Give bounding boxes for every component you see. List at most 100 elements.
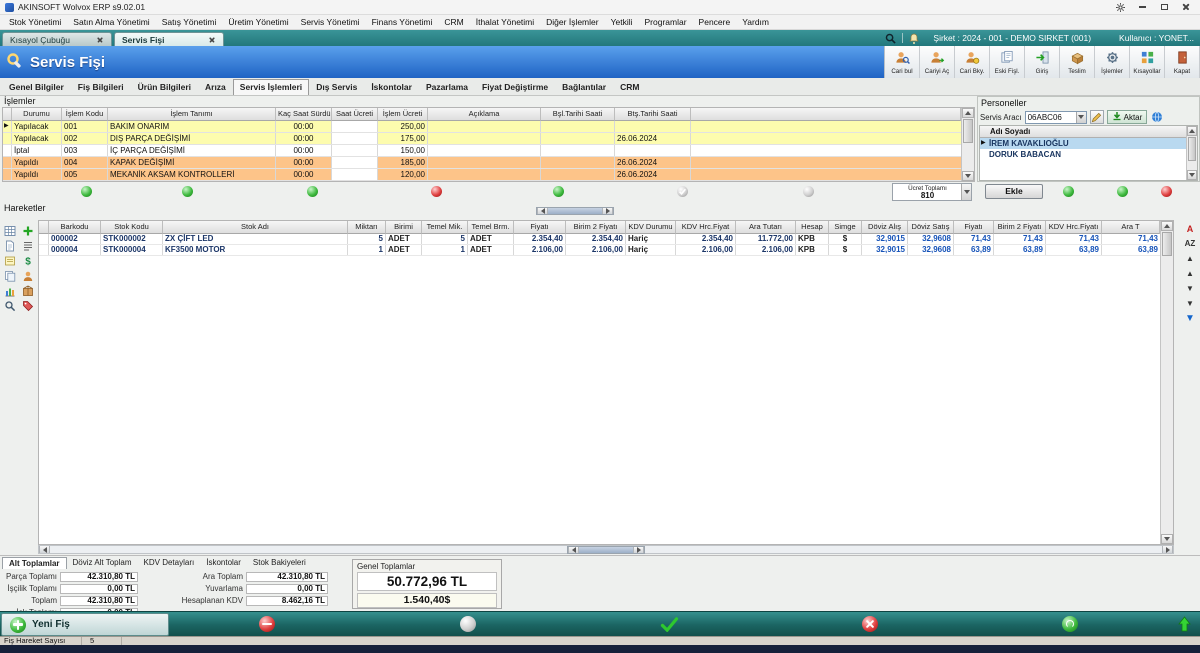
menu-item[interactable]: Üretim Yönetimi [222, 17, 294, 27]
menu-item[interactable]: İthalat Yönetimi [470, 17, 540, 27]
pan-left-icon[interactable] [568, 547, 579, 553]
yeni-fis-button[interactable]: Yeni Fiş [1, 613, 169, 636]
price-dollar-icon[interactable]: $ [21, 254, 35, 267]
dropdown-arrow-icon[interactable] [1076, 112, 1086, 123]
menu-item[interactable]: Diğer İşlemler [540, 17, 604, 27]
column-header[interactable]: Btş.Tarihi Saati [615, 108, 691, 121]
cariyi-ac-button[interactable]: Cariyi Aç [920, 46, 955, 78]
tag-icon[interactable] [21, 299, 35, 312]
column-header[interactable]: Açıklama [428, 108, 541, 121]
section-tab[interactable]: Dış Servis [309, 79, 364, 95]
scroll-down-icon[interactable] [962, 171, 974, 181]
column-header[interactable]: Saat Ücreti [332, 108, 378, 121]
pan-right-icon[interactable] [633, 547, 644, 553]
section-tab[interactable]: Pazarlama [419, 79, 475, 95]
cari-bul-button[interactable]: Cari bul [885, 46, 920, 78]
totals-tab[interactable]: Döviz Alt Toplam [67, 557, 138, 569]
menu-item[interactable]: Programlar [639, 17, 693, 27]
status-dot-icon[interactable] [553, 186, 564, 197]
delete-minus-icon[interactable] [259, 616, 275, 632]
up-arrow-icon[interactable] [1178, 616, 1191, 632]
sort-tool-icon[interactable]: A [1187, 224, 1194, 234]
giris-button[interactable]: Giriş [1025, 46, 1060, 78]
column-header[interactable]: İşlem Tanımı [108, 108, 276, 121]
column-header[interactable]: İşlem Ücreti [378, 108, 428, 121]
scroll-up-icon[interactable] [1161, 221, 1173, 231]
scroll-thumb[interactable] [963, 119, 973, 143]
hareket-row[interactable]: 000002 STK000002 ZX ÇİFT LED 5 ADET 5 AD… [39, 234, 1160, 245]
section-tab[interactable]: Bağlantılar [555, 79, 613, 95]
tab-close-icon[interactable] [208, 36, 216, 44]
section-tab[interactable]: Arıza [198, 79, 233, 95]
cancel-x-icon[interactable] [862, 616, 878, 632]
column-header[interactable]: Simge [829, 221, 862, 234]
column-header[interactable]: Birimi [386, 221, 422, 234]
column-header[interactable]: Stok Kodu [101, 221, 163, 234]
column-header[interactable]: Döviz Alış [862, 221, 908, 234]
list-icon[interactable] [21, 239, 35, 252]
document-tab[interactable]: Servis Fişi [114, 32, 224, 46]
globe-icon[interactable] [1150, 110, 1164, 124]
search-icon[interactable] [3, 299, 17, 312]
hscroll-thumb-control[interactable] [567, 546, 645, 554]
status-dot-icon[interactable] [677, 186, 688, 197]
column-header[interactable]: Birim 2 Fiyatı [566, 221, 626, 234]
column-header[interactable]: Barkodu [49, 221, 101, 234]
column-header[interactable]: Ara T [1102, 221, 1160, 234]
package-icon[interactable] [21, 284, 35, 297]
sort-tool-icon[interactable]: ▲ [1186, 254, 1194, 264]
hareketler-hscrollbar[interactable] [38, 545, 1174, 554]
column-header[interactable]: KDV Durumu [626, 221, 676, 234]
section-tab[interactable]: Fiyat Değiştirme [475, 79, 555, 95]
status-dot-icon[interactable] [307, 186, 318, 197]
add-personel-icon[interactable] [1063, 186, 1074, 197]
column-header[interactable]: Temel Brm. [468, 221, 514, 234]
grid-pan-control[interactable] [536, 207, 614, 215]
totals-tab[interactable]: Alt Toplamlar [2, 557, 67, 569]
personel-row[interactable]: ▶ İREM KAVAKLIOĞLU [980, 138, 1186, 149]
menu-item[interactable]: Satın Alma Yönetimi [67, 17, 155, 27]
islemler-row[interactable]: Yapıldı 005 MEKANİK AKSAM KONTROLLERİ 00… [3, 169, 961, 181]
status-dot-icon[interactable] [431, 186, 442, 197]
section-tab[interactable]: CRM [613, 79, 646, 95]
column-header[interactable]: Ara Tutarı [736, 221, 796, 234]
search-icon[interactable] [885, 33, 896, 44]
kisayollar-button[interactable]: Kısayollar [1130, 46, 1165, 78]
sort-tool-icon[interactable]: ▼ [1186, 299, 1194, 309]
islemler-button[interactable]: İşlemler [1095, 46, 1130, 78]
islemler-row[interactable]: İptal 003 İÇ PARÇA DEĞİŞİMİ 00:00 150,00 [3, 145, 961, 157]
column-header[interactable]: Miktarı [348, 221, 386, 234]
islemler-row[interactable]: Yapılacak 002 DIŞ PARÇA DEĞİŞİMİ 00:00 1… [3, 133, 961, 145]
column-header[interactable]: Fiyatı [954, 221, 994, 234]
minimize-button[interactable] [1136, 2, 1148, 13]
add-row-icon[interactable] [21, 224, 35, 237]
personel-row[interactable]: DORUK BABACAN [980, 149, 1186, 160]
hareketler-scrollbar[interactable] [1160, 221, 1173, 544]
cari-bakiye-button[interactable]: Cari Bky. [955, 46, 990, 78]
column-header[interactable]: Birim 2 Fiyatı [994, 221, 1046, 234]
personnel-icon[interactable] [21, 269, 35, 282]
aktar-button[interactable]: Aktar [1107, 110, 1148, 124]
menu-item[interactable]: Satış Yönetimi [156, 17, 223, 27]
sort-tool-icon[interactable]: ▲ [1186, 269, 1194, 279]
scroll-thumb[interactable] [1162, 232, 1172, 256]
islemler-scrollbar[interactable] [961, 108, 974, 181]
note-icon[interactable] [3, 254, 17, 267]
hareket-row[interactable]: 000004 STK000004 KF3500 MOTOR 1 ADET 1 A… [39, 245, 1160, 256]
column-header[interactable]: Stok Adı [163, 221, 348, 234]
dropdown-arrow-icon[interactable] [961, 184, 971, 200]
document-tab[interactable]: Kısayol Çubuğu [2, 32, 112, 46]
sort-tool-icon[interactable]: AZ [1185, 239, 1196, 249]
column-header[interactable]: Döviz Satış [908, 221, 954, 234]
refresh-icon[interactable] [1062, 616, 1078, 632]
column-header[interactable]: Fiyatı [514, 221, 566, 234]
document-icon[interactable] [3, 239, 17, 252]
notification-bell-icon[interactable] [909, 33, 919, 44]
scroll-up-icon[interactable] [1187, 126, 1197, 136]
sort-tool-icon[interactable]: ▼ [1186, 284, 1194, 294]
confirm-personel-icon[interactable] [1117, 186, 1128, 197]
islemler-row[interactable]: ▶ Yapılacak 001 BAKIM ONARIM 00:00 250,0… [3, 121, 961, 133]
edit-pencil-icon[interactable] [1090, 110, 1104, 124]
column-header[interactable]: KDV Hrc.Fiyat [676, 221, 736, 234]
remove-personel-icon[interactable] [1161, 186, 1172, 197]
